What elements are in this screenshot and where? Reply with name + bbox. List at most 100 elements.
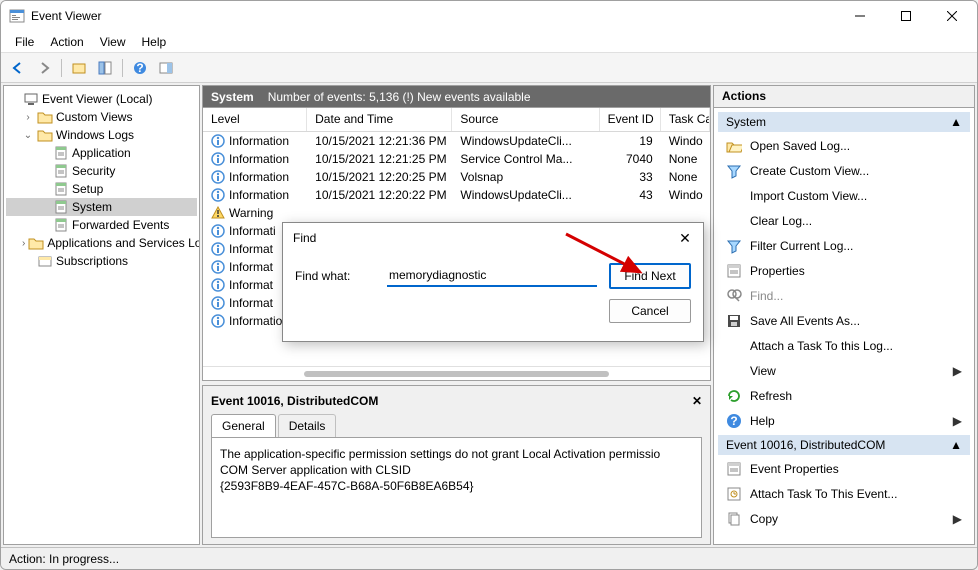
props-icon <box>726 263 742 279</box>
log-icon <box>53 163 69 179</box>
close-button[interactable] <box>929 1 975 31</box>
show-hide-button[interactable] <box>68 57 90 79</box>
actions-group-system[interactable]: System ▲ <box>718 112 970 132</box>
action-view[interactable]: View▶ <box>718 359 970 383</box>
tab-general[interactable]: General <box>211 414 276 437</box>
menu-help[interactable]: Help <box>134 33 175 51</box>
window-title: Event Viewer <box>31 9 837 23</box>
task-icon <box>726 486 742 502</box>
action-copy[interactable]: Copy▶ <box>718 507 970 531</box>
tree-item-application[interactable]: Application <box>6 144 197 162</box>
find-cancel-button[interactable]: Cancel <box>609 299 691 323</box>
action-properties[interactable]: Properties <box>718 259 970 283</box>
action-import-custom-view[interactable]: Import Custom View... <box>718 184 970 208</box>
table-row[interactable]: Information10/15/2021 12:20:25 PMVolsnap… <box>203 168 710 186</box>
events-header: System Number of events: 5,136 (!) New e… <box>202 85 711 107</box>
sub-icon <box>37 253 53 269</box>
col-source[interactable]: Source <box>452 108 599 131</box>
info-icon <box>211 170 225 184</box>
computer-icon <box>23 91 39 107</box>
collapse-icon: ▲ <box>950 115 962 129</box>
menu-action[interactable]: Action <box>42 33 91 51</box>
action-help[interactable]: ?Help▶ <box>718 409 970 433</box>
action-clear-log[interactable]: Clear Log... <box>718 209 970 233</box>
action-find: Find... <box>718 284 970 308</box>
tree-item-security[interactable]: Security <box>6 162 197 180</box>
find-dialog: Find ✕ Find what: Find Next Cancel <box>282 222 704 342</box>
tab-details[interactable]: Details <box>278 414 337 437</box>
actions-group-event[interactable]: Event 10016, DistributedCOM ▲ <box>718 435 970 455</box>
statusbar: Action: In progress... <box>1 547 977 569</box>
tree-item-subscriptions[interactable]: Subscriptions <box>6 252 197 270</box>
find-close-button[interactable]: ✕ <box>671 224 699 252</box>
tree-item-forwarded-events[interactable]: Forwarded Events <box>6 216 197 234</box>
horizontal-scrollbar[interactable] <box>203 366 710 380</box>
table-row[interactable]: Information10/15/2021 12:21:36 PMWindows… <box>203 132 710 150</box>
tree-item-custom-views[interactable]: ›Custom Views <box>6 108 197 126</box>
titlebar: Event Viewer <box>1 1 977 31</box>
actions-pane: Actions System ▲ Open Saved Log...Create… <box>713 85 975 545</box>
filter-icon <box>726 163 742 179</box>
log-icon <box>53 199 69 215</box>
col-eventid[interactable]: Event ID <box>600 108 661 131</box>
log-icon <box>53 217 69 233</box>
submenu-arrow-icon: ▶ <box>953 364 962 378</box>
save-icon <box>726 313 742 329</box>
find-input[interactable] <box>387 265 597 287</box>
action-create-custom-view[interactable]: Create Custom View... <box>718 159 970 183</box>
menubar: File Action View Help <box>1 31 977 53</box>
app-icon <box>9 8 25 24</box>
info-icon <box>211 296 225 310</box>
col-task[interactable]: Task Ca <box>661 108 710 131</box>
tree-root[interactable]: Event Viewer (Local) <box>6 90 197 108</box>
tree-pane: Event Viewer (Local) ›Custom Views⌄Windo… <box>3 85 200 545</box>
maximize-button[interactable] <box>883 1 929 31</box>
status-text: Action: In progress... <box>9 552 119 566</box>
col-level[interactable]: Level <box>203 108 307 131</box>
table-row[interactable]: Information10/15/2021 12:20:22 PMWindows… <box>203 186 710 204</box>
menu-file[interactable]: File <box>7 33 42 51</box>
menu-view[interactable]: View <box>92 33 134 51</box>
find-next-button[interactable]: Find Next <box>609 263 691 289</box>
find-what-label: Find what: <box>295 269 375 283</box>
info-icon <box>211 152 225 166</box>
action-open-saved-log[interactable]: Open Saved Log... <box>718 134 970 158</box>
help-button[interactable]: ? <box>129 57 151 79</box>
action-save-all-events-as[interactable]: Save All Events As... <box>718 309 970 333</box>
toolbar: ? <box>1 53 977 83</box>
minimize-button[interactable] <box>837 1 883 31</box>
action-refresh[interactable]: Refresh <box>718 384 970 408</box>
tree-item-system[interactable]: System <box>6 198 197 216</box>
folder-icon <box>28 235 44 251</box>
info-icon <box>211 134 225 148</box>
back-button[interactable] <box>7 57 29 79</box>
actions-title: Actions <box>714 86 974 108</box>
table-row[interactable]: Warning <box>203 204 710 222</box>
detail-close-icon[interactable]: ✕ <box>692 394 702 408</box>
collapse-icon: ▲ <box>950 438 962 452</box>
filter-icon <box>726 238 742 254</box>
tree-item-setup[interactable]: Setup <box>6 180 197 198</box>
svg-text:?: ? <box>136 61 143 75</box>
grid-header: Level Date and Time Source Event ID Task… <box>203 108 710 132</box>
tree-item-applications-and-services-lo[interactable]: ›Applications and Services Lo <box>6 234 197 252</box>
info-icon <box>211 188 225 202</box>
copy-icon <box>726 511 742 527</box>
none-icon <box>726 213 742 229</box>
open-icon <box>726 138 742 154</box>
props-button[interactable] <box>94 57 116 79</box>
table-row[interactable]: Information10/15/2021 12:21:25 PMService… <box>203 150 710 168</box>
info-icon <box>211 278 225 292</box>
forward-button[interactable] <box>33 57 55 79</box>
action-attach-a-task-to-this-log[interactable]: Attach a Task To this Log... <box>718 334 970 358</box>
action-event-properties[interactable]: Event Properties <box>718 457 970 481</box>
action-attach-task-to-this-event[interactable]: Attach Task To This Event... <box>718 482 970 506</box>
find-title: Find <box>293 231 671 245</box>
folder-icon <box>37 109 53 125</box>
col-date[interactable]: Date and Time <box>307 108 452 131</box>
action-pane-button[interactable] <box>155 57 177 79</box>
tree-item-windows-logs[interactable]: ⌄Windows Logs <box>6 126 197 144</box>
log-icon <box>53 181 69 197</box>
action-filter-current-log[interactable]: Filter Current Log... <box>718 234 970 258</box>
props-icon <box>726 461 742 477</box>
